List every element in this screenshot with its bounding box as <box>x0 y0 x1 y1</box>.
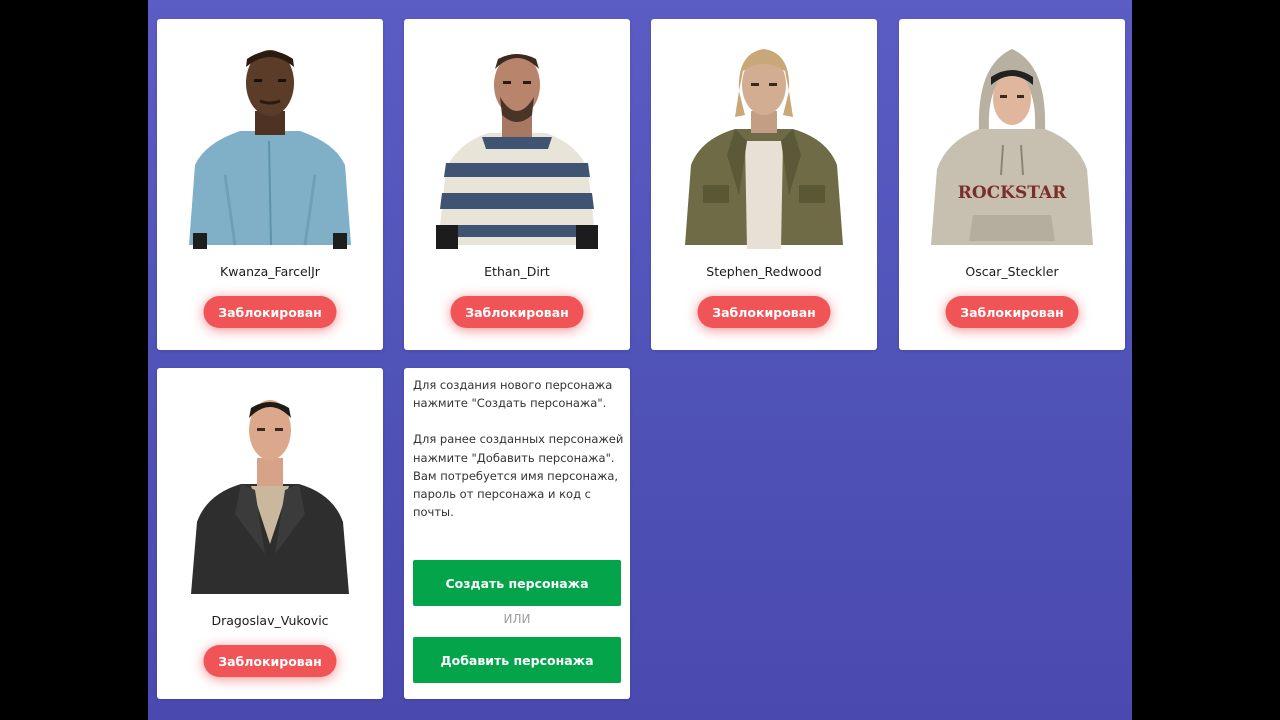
blocked-button[interactable]: Заблокирован <box>203 645 337 677</box>
blocked-button[interactable]: Заблокирован <box>203 296 337 328</box>
character-card[interactable]: Dragoslav_Vukovic Заблокирован <box>157 368 383 699</box>
character-name: Ethan_Dirt <box>484 264 550 279</box>
or-separator: ИЛИ <box>503 612 531 626</box>
blocked-button[interactable]: Заблокирован <box>945 296 1079 328</box>
character-card[interactable]: Stephen_Redwood Заблокирован <box>651 19 877 350</box>
character-card[interactable]: ROCKSTAR Oscar_Steckler Заблокирован <box>899 19 1125 350</box>
info-text: Для создания нового персонажа нажмите "С… <box>413 376 625 521</box>
character-portrait <box>189 50 351 249</box>
character-name: Kwanza_FarcelJr <box>220 264 320 279</box>
character-name: Dragoslav_Vukovic <box>211 613 329 628</box>
blocked-button[interactable]: Заблокирован <box>450 296 584 328</box>
character-select-screen: Kwanza_FarcelJr Заблокирован Ethan_Dirt … <box>148 0 1132 720</box>
create-character-button[interactable]: Создать персонажа <box>413 560 621 606</box>
character-card[interactable]: Kwanza_FarcelJr Заблокирован <box>157 19 383 350</box>
character-card[interactable]: Ethan_Dirt Заблокирован <box>404 19 630 350</box>
character-portrait <box>191 400 349 594</box>
blocked-button[interactable]: Заблокирован <box>697 296 831 328</box>
info-card: Для создания нового персонажа нажмите "С… <box>404 368 630 699</box>
add-character-button[interactable]: Добавить персонажа <box>413 637 621 683</box>
character-portrait <box>436 54 598 249</box>
character-portrait: ROCKSTAR <box>931 49 1093 245</box>
character-name: Stephen_Redwood <box>706 264 822 279</box>
create-hint: Для создания нового персонажа нажмите "С… <box>413 378 613 411</box>
add-hint: Для ранее созданных персонажей нажмите "… <box>413 432 624 520</box>
character-portrait <box>685 49 843 249</box>
hoodie-logo: ROCKSTAR <box>958 183 1067 203</box>
character-name: Oscar_Steckler <box>965 264 1059 279</box>
